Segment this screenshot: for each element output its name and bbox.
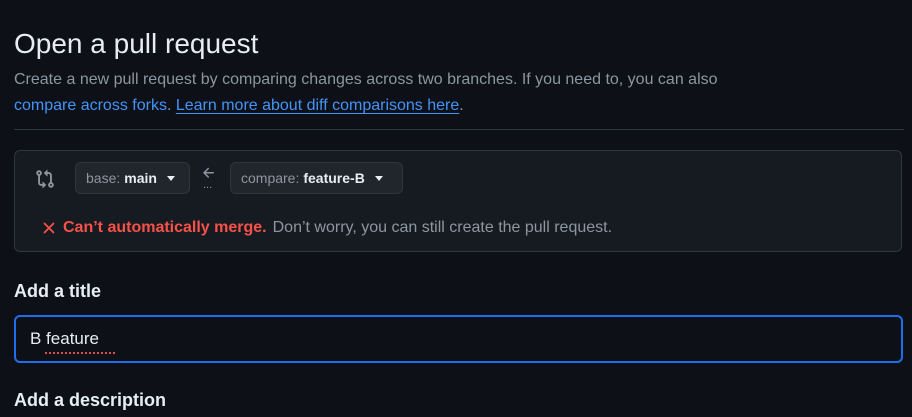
description-label: Add a description — [14, 390, 167, 410]
description-text: Create a new pull request by comparing c… — [14, 71, 718, 88]
base-prefix: base: — [86, 170, 121, 186]
title-label: Add a title — [14, 281, 102, 301]
x-icon — [43, 222, 55, 234]
title-input[interactable] — [16, 317, 901, 361]
page-description: Create a new pull request by comparing c… — [14, 67, 894, 119]
page-title: Open a pull request — [14, 28, 259, 59]
separator-period: . — [166, 97, 172, 114]
branch-compare-panel: base: main ... compare: feature-B Can’t … — [14, 150, 902, 252]
compare-across-forks-link[interactable]: compare across forks — [14, 97, 167, 114]
triangle-down-icon — [166, 175, 175, 181]
git-compare-icon — [36, 169, 54, 189]
title-input-container — [14, 315, 903, 363]
header-divider — [14, 129, 904, 130]
learn-more-link[interactable]: Learn more about diff comparisons here — [176, 97, 459, 114]
compare-branch-name: feature-B — [303, 170, 365, 186]
pull-request-page: Open a pull request Create a new pull re… — [0, 0, 912, 417]
triangle-down-icon — [374, 175, 383, 181]
base-branch-dropdown[interactable]: base: main — [75, 162, 190, 194]
merge-note-text: Don’t worry, you can still create the pu… — [272, 219, 613, 236]
compare-branch-dropdown[interactable]: compare: feature-B — [230, 162, 403, 194]
spellcheck-underline — [44, 352, 116, 355]
end-period: . — [459, 97, 464, 114]
base-branch-name: main — [124, 170, 157, 186]
merge-status: Can’t automatically merge. Don’t worry, … — [43, 217, 612, 239]
merge-error-text: Can’t automatically merge. — [63, 219, 267, 236]
ellipsis: ... — [203, 179, 213, 191]
compare-prefix: compare: — [241, 170, 300, 186]
